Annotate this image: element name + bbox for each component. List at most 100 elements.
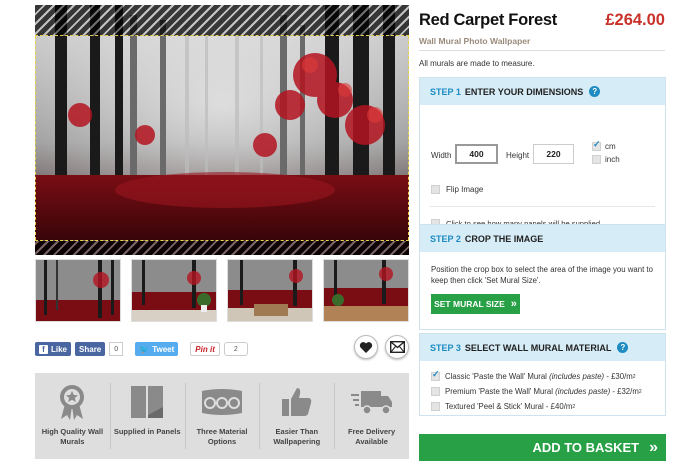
envelope-icon xyxy=(389,341,405,353)
feature-label: Supplied in Panels xyxy=(113,427,181,436)
step2-title: CROP THE IMAGE xyxy=(464,233,544,244)
flip-image-checkbox[interactable] xyxy=(431,185,440,194)
pinterest-label: Pin it xyxy=(195,344,215,354)
product-price: £264.00 xyxy=(605,11,665,29)
tweet-button[interactable]: 🐦 Tweet xyxy=(135,342,179,356)
feature-label: Free Delivery Available xyxy=(348,427,396,446)
share-count: 0 xyxy=(109,342,124,356)
help-icon[interactable]: ? xyxy=(617,342,629,353)
dimensions-form: Width Height cm inch Flip Image Click to… xyxy=(420,105,665,229)
features-bar: High Quality Wall Murals Supplied in Pan… xyxy=(35,373,409,459)
thumbnail-room-floor[interactable] xyxy=(323,259,409,322)
divider xyxy=(430,206,655,207)
material-price: - £40/m xyxy=(545,402,573,411)
material-option-textured[interactable]: Textured 'Peel & Stick' Mural - £40/m 2 xyxy=(431,402,575,411)
step2-number: STEP 2 xyxy=(430,233,461,244)
pinterest-button[interactable]: Pin it xyxy=(190,342,220,356)
material-checkbox[interactable] xyxy=(431,369,440,381)
material-price: - £32/m xyxy=(612,387,639,396)
material-rolls-icon xyxy=(201,389,242,415)
step3-panel: STEP 3 SELECT WALL MURAL MATERIAL ? Clas… xyxy=(419,333,666,416)
step1-panel: STEP 1 ENTER YOUR DIMENSIONS ? Width Hei… xyxy=(419,77,666,230)
thumbnail-room-sideboard[interactable] xyxy=(227,259,313,322)
panels-icon xyxy=(131,386,164,418)
product-subtitle: Wall Mural Photo Wallpaper xyxy=(419,36,531,46)
divider xyxy=(419,50,665,51)
feature-high-quality: High Quality Wall Murals xyxy=(35,373,110,459)
made-to-measure-note: All murals are made to measure. xyxy=(419,59,535,68)
feature-label: High Quality Wall Murals xyxy=(41,427,104,446)
material-note: (includes paste) xyxy=(555,387,611,396)
material-option-classic[interactable]: Classic 'Paste the Wall' Mural (includes… xyxy=(431,369,636,381)
unit-superscript: 2 xyxy=(572,403,576,410)
unit-superscript: 2 xyxy=(632,373,636,380)
crop-instructions: Position the crop box to select the area… xyxy=(420,252,665,329)
width-label: Width xyxy=(431,151,452,160)
product-title: Red Carpet Forest xyxy=(419,11,557,29)
feature-delivery: Free Delivery Available xyxy=(334,373,409,459)
main-product-image[interactable] xyxy=(35,5,409,255)
material-option-premium[interactable]: Premium 'Paste the Wall' Mural (includes… xyxy=(431,387,642,396)
crop-edge-right[interactable] xyxy=(408,36,409,240)
delivery-truck-icon xyxy=(350,391,392,415)
material-options: Classic 'Paste the Wall' Mural (includes… xyxy=(420,361,665,415)
material-note: (includes paste) xyxy=(549,372,605,381)
height-label: Height xyxy=(506,151,530,160)
unit-cm-checkbox[interactable] xyxy=(592,139,601,151)
flip-image-label: Flip Image xyxy=(446,185,484,194)
step3-number: STEP 3 xyxy=(430,342,461,353)
thumbnail-strip xyxy=(35,259,409,328)
double-chevron-right-icon: » xyxy=(510,298,517,310)
feature-label: Three Material Options xyxy=(196,427,248,446)
add-to-basket-button[interactable]: ADD TO BASKET » xyxy=(419,434,666,461)
crop-edge-left[interactable] xyxy=(35,36,36,240)
award-ribbon-icon xyxy=(60,385,85,420)
help-icon[interactable]: ? xyxy=(589,86,601,97)
material-checkbox[interactable] xyxy=(431,402,440,411)
facebook-share-button[interactable]: Share xyxy=(75,342,106,356)
material-name: Textured 'Peel & Stick' Mural xyxy=(445,402,544,411)
step2-header: STEP 2 CROP THE IMAGE xyxy=(420,225,665,252)
step1-header: STEP 1 ENTER YOUR DIMENSIONS ? xyxy=(420,78,665,105)
facebook-share-label: Share xyxy=(79,344,102,354)
feature-panels: Supplied in Panels xyxy=(109,373,185,459)
width-input[interactable] xyxy=(455,144,498,164)
material-name: Classic 'Paste the Wall' Mural xyxy=(445,372,547,381)
feature-easier: Easier Than Wallpapering xyxy=(259,373,334,459)
unit-superscript: 2 xyxy=(638,388,642,395)
height-input[interactable] xyxy=(533,144,574,164)
material-name: Premium 'Paste the Wall' Mural xyxy=(445,387,553,396)
forest-image xyxy=(35,5,409,255)
facebook-icon: f xyxy=(39,344,48,354)
heart-icon xyxy=(359,341,373,353)
facebook-like-button[interactable]: f Like xyxy=(35,342,72,356)
thumbnail-forest[interactable] xyxy=(35,259,121,322)
twitter-icon: 🐦 xyxy=(139,344,150,354)
pin-count: 2 xyxy=(223,342,248,356)
crop-mask-top[interactable] xyxy=(35,5,409,36)
wishlist-button[interactable] xyxy=(354,335,378,359)
email-button[interactable] xyxy=(385,335,409,359)
material-price: - £30/m xyxy=(606,372,633,381)
material-checkbox[interactable] xyxy=(431,387,440,396)
unit-cm-label: cm xyxy=(605,142,616,151)
step1-title: ENTER YOUR DIMENSIONS xyxy=(464,86,584,97)
unit-inch-checkbox[interactable] xyxy=(592,155,601,164)
facebook-like-label: Like xyxy=(51,344,68,354)
set-mural-size-label: SET MURAL SIZE xyxy=(434,299,505,309)
set-mural-size-button[interactable]: SET MURAL SIZE » xyxy=(431,294,520,314)
step3-title: SELECT WALL MURAL MATERIAL xyxy=(464,342,612,353)
crop-text: Position the crop box to select the area… xyxy=(431,265,653,285)
thumbs-up-icon xyxy=(281,388,312,416)
feature-materials: Three Material Options xyxy=(184,373,260,459)
thumbnail-room-plant[interactable] xyxy=(131,259,217,322)
feature-label: Easier Than Wallpapering xyxy=(273,427,321,446)
double-chevron-right-icon: » xyxy=(649,438,658,456)
step3-header: STEP 3 SELECT WALL MURAL MATERIAL ? xyxy=(420,334,665,361)
tweet-label: Tweet xyxy=(152,344,175,354)
crop-mask-bottom[interactable] xyxy=(35,240,409,255)
add-to-basket-label: ADD TO BASKET xyxy=(532,440,640,455)
step1-number: STEP 1 xyxy=(430,86,461,97)
unit-inch-label: inch xyxy=(605,155,620,164)
social-share-bar: f Like Share 0 🐦 Tweet Pin it 2 xyxy=(35,342,248,356)
